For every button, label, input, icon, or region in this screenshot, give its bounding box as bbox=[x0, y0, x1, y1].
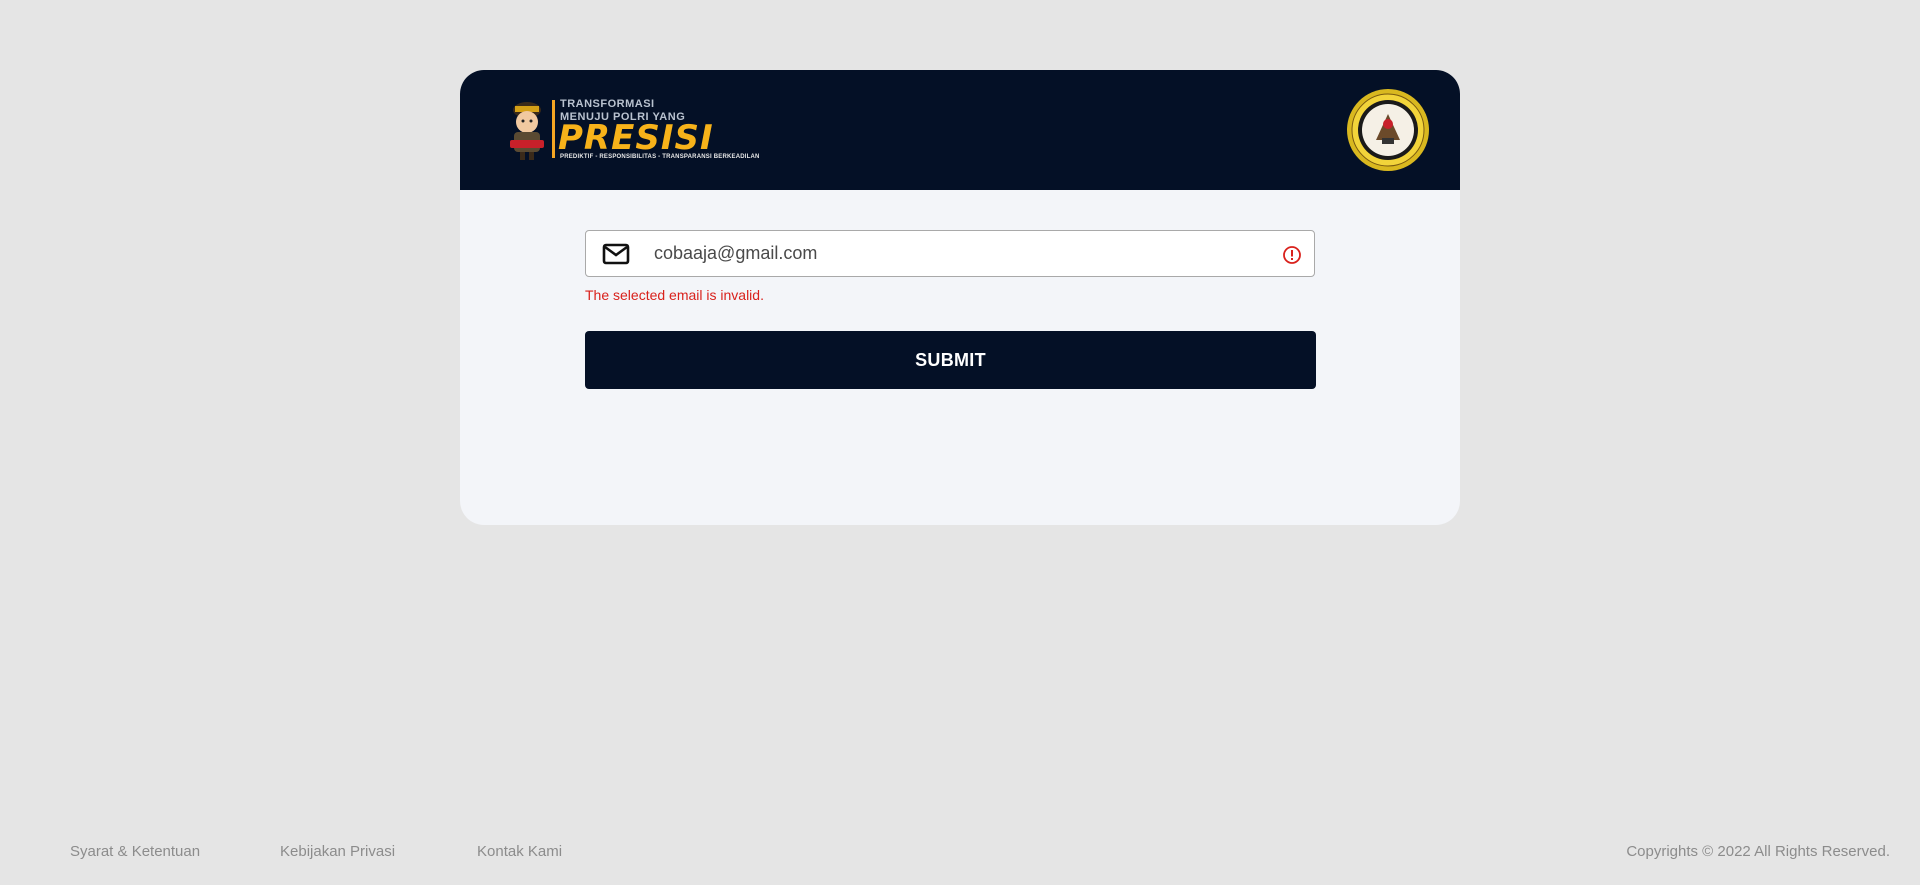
logo-main: PRESISI bbox=[558, 118, 714, 158]
logo-line1: TRANSFORMASI bbox=[560, 98, 655, 110]
logo-divider bbox=[552, 100, 555, 158]
police-mascot-icon bbox=[510, 102, 544, 160]
submit-button[interactable]: SUBMIT bbox=[585, 331, 1316, 389]
email-input[interactable] bbox=[654, 231, 1254, 276]
mail-icon bbox=[602, 243, 630, 265]
logo-tagline: PREDIKTIF - RESPONSIBILITAS - TRANSPARAN… bbox=[560, 154, 760, 160]
footer-link-contact[interactable]: Kontak Kami bbox=[477, 843, 562, 860]
footer-link-privacy[interactable]: Kebijakan Privasi bbox=[280, 843, 395, 860]
email-field bbox=[585, 230, 1315, 277]
login-card: TRANSFORMASI MENUJU POLRI YANG PRESISI P… bbox=[460, 70, 1460, 525]
footer: Syarat & Ketentuan Kebijakan Privasi Kon… bbox=[0, 843, 1920, 863]
email-error-message: The selected email is invalid. bbox=[585, 287, 764, 303]
email-form: The selected email is invalid. SUBMIT bbox=[585, 230, 1317, 389]
card-header: TRANSFORMASI MENUJU POLRI YANG PRESISI P… bbox=[460, 70, 1460, 190]
copyright-text: Copyrights © 2022 All Rights Reserved. bbox=[1626, 843, 1890, 860]
footer-link-terms[interactable]: Syarat & Ketentuan bbox=[70, 843, 200, 860]
presisi-logo: TRANSFORMASI MENUJU POLRI YANG PRESISI P… bbox=[502, 96, 759, 162]
police-emblem-icon bbox=[1347, 89, 1429, 171]
error-icon bbox=[1283, 246, 1301, 264]
